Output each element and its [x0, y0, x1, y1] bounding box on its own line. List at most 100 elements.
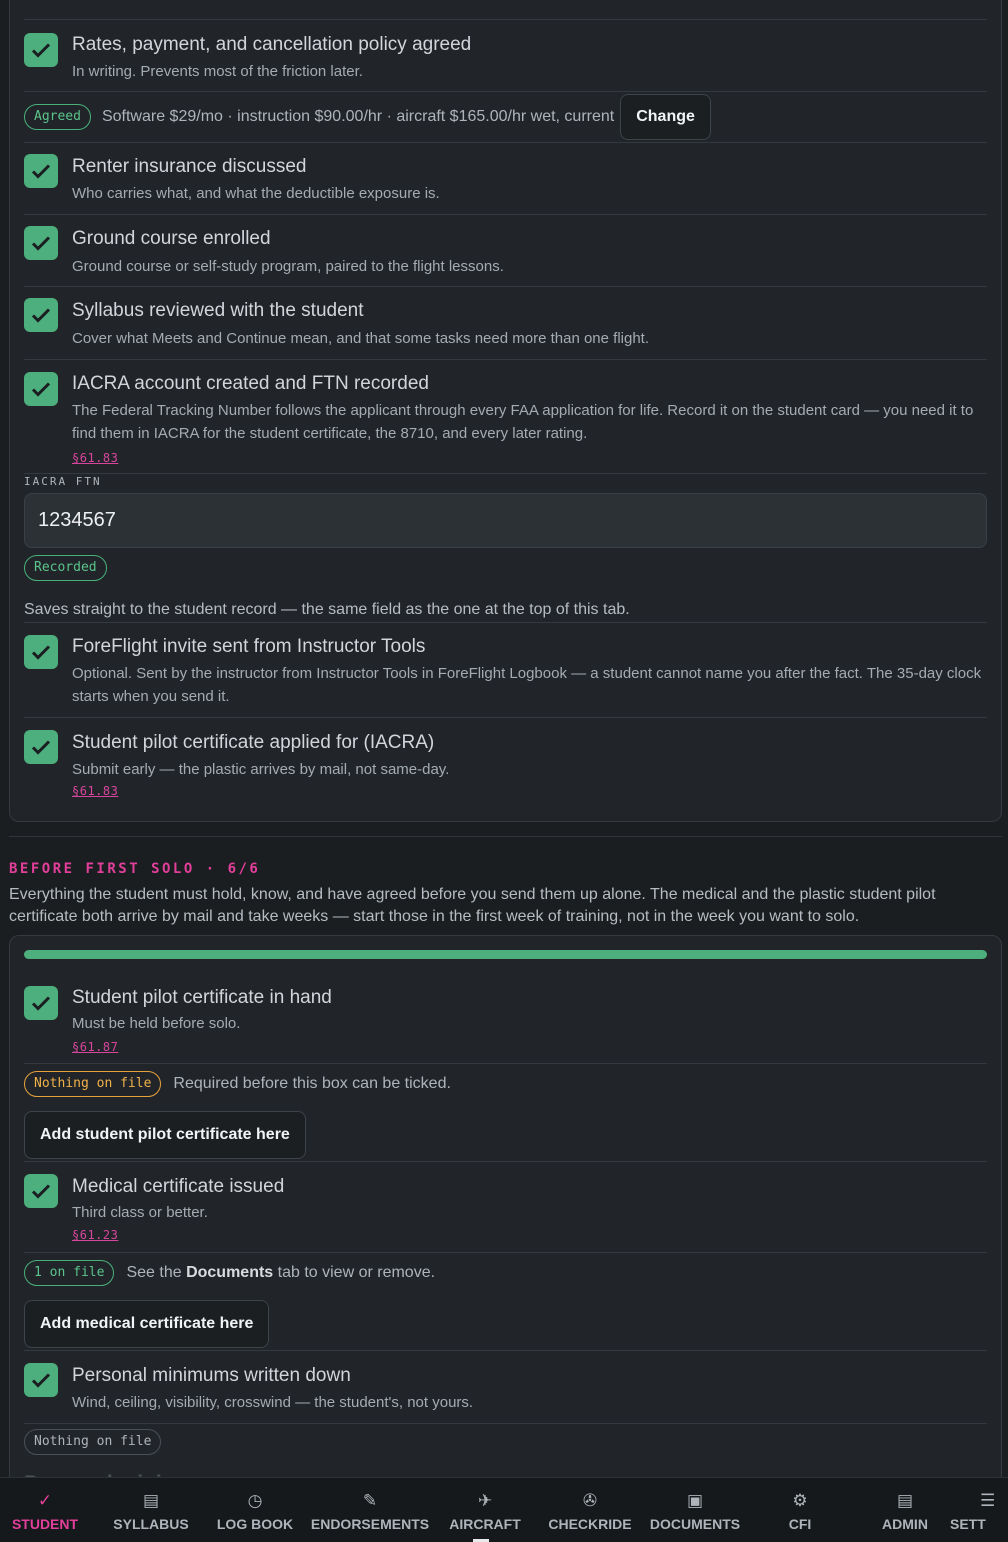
tab-label: CHECKRIDE — [548, 1516, 632, 1532]
tab-label: AIRCRAFT — [449, 1516, 521, 1532]
checkbox-checked[interactable] — [24, 1174, 58, 1208]
item-description: Who carries what, and what the deductibl… — [72, 185, 440, 202]
check-icon — [31, 236, 51, 251]
documents-tab-link: Documents — [186, 1264, 274, 1281]
regulation-link[interactable]: §61.23 — [72, 1228, 118, 1242]
checklist-item-student-certificate-applied: Student pilot certificate applied for (I… — [24, 717, 987, 817]
item-description: Submit early — the plastic arrives by ma… — [72, 761, 450, 778]
checklist-item-personal-minimums: Personal minimums written down Wind, cei… — [24, 1350, 987, 1423]
check-icon — [31, 1373, 51, 1388]
tab-label: CFI — [788, 1516, 812, 1532]
note-text: See the — [126, 1264, 187, 1281]
item-description: Must be held before solo. — [72, 1015, 241, 1032]
check-icon — [31, 645, 51, 660]
status-badge: 1 on file — [24, 1260, 115, 1286]
student-certificate-documents: Nothing on file Required before this box… — [24, 1063, 987, 1161]
tab-label: SETT — [950, 1516, 986, 1532]
item-description: In writing. Prevents most of the frictio… — [72, 63, 363, 80]
check-icon — [31, 996, 51, 1011]
item-description: Ground course or self-study program, pai… — [72, 258, 504, 275]
regulation-link[interactable]: §61.83 — [72, 784, 118, 798]
ftn-note: Saves straight to the student record — t… — [24, 601, 630, 618]
clock-icon: ◷ — [247, 1491, 263, 1510]
section-heading: BEFORE FIRST SOLO · 6/6 — [9, 861, 261, 877]
regulation-link[interactable]: §61.83 — [72, 451, 118, 465]
tab-aircraft[interactable]: ✈ AIRCRAFT — [440, 1478, 530, 1542]
check-icon — [31, 308, 51, 323]
check-icon — [31, 740, 51, 755]
item-description: The Federal Tracking Number follows the … — [72, 402, 974, 442]
checkbox-checked[interactable] — [24, 154, 58, 188]
checklist-item-student-certificate: Student pilot certificate in hand Must b… — [24, 974, 987, 1064]
ftn-field-group: IACRA FTN 1234567 Recorded Saves straigh… — [24, 473, 987, 622]
checkbox-checked[interactable] — [24, 986, 58, 1020]
rates-summary: Software $29/mo · instruction $90.00/hr … — [101, 108, 615, 125]
tab-settings[interactable]: ☰ SETT — [950, 1478, 1008, 1542]
checkbox-checked[interactable] — [24, 635, 58, 669]
change-rates-button[interactable]: Change — [620, 94, 711, 140]
pen-icon: ✎ — [362, 1491, 378, 1510]
item-description: Wind, ceiling, visibility, crosswind — t… — [72, 1394, 474, 1411]
item-title: IACRA account created and FTN recorded — [72, 373, 429, 394]
item-description: Cover what Meets and Continue mean, and … — [72, 330, 650, 347]
note-text: tab to view or remove. — [273, 1264, 436, 1281]
tab-log-book[interactable]: ◷ LOG BOOK — [210, 1478, 300, 1542]
before-first-solo-card: Student pilot certificate in hand Must b… — [9, 935, 1002, 1542]
checklist-item-syllabus: Syllabus reviewed with the student Cover… — [24, 286, 987, 359]
checkbox-checked[interactable] — [24, 33, 58, 67]
recorded-badge: Recorded — [24, 555, 107, 581]
item-description: Third class or better. — [72, 1204, 208, 1221]
check-icon — [31, 1184, 51, 1199]
item-title: Syllabus reviewed with the student — [72, 300, 364, 321]
checklist-item-medical: Medical certificate issued Third class o… — [24, 1161, 987, 1252]
add-medical-certificate-button[interactable]: Add medical certificate here — [24, 1300, 270, 1348]
status-badge: Nothing on file — [24, 1429, 162, 1455]
item-title: ForeFlight invite sent from Instructor T… — [72, 636, 426, 657]
tab-admin[interactable]: ▤ ADMIN — [860, 1478, 950, 1542]
item-title: Rates, payment, and cancellation policy … — [72, 34, 472, 55]
check-icon — [31, 164, 51, 179]
tab-documents[interactable]: ▣ DOCUMENTS — [645, 1478, 745, 1542]
item-title: Personal minimums written down — [72, 1365, 351, 1386]
document-icon: ▣ — [686, 1491, 704, 1510]
tab-syllabus[interactable]: ▤ SYLLABUS — [106, 1478, 196, 1542]
checklist-item-rates: Rates, payment, and cancellation policy … — [24, 19, 987, 91]
checkbox-checked[interactable] — [24, 372, 58, 406]
ftn-label: IACRA FTN — [24, 475, 102, 488]
checkbox-checked[interactable] — [24, 730, 58, 764]
tab-endorsements[interactable]: ✎ ENDORSEMENTS — [310, 1478, 430, 1542]
student-checklist-page: Rates, payment, and cancellation policy … — [0, 0, 1008, 1542]
status-badge: Agreed — [24, 104, 91, 130]
checklist-item-ground-course: Ground course enrolled Ground course or … — [24, 214, 987, 286]
section-divider — [9, 836, 1002, 837]
menu-icon: ☰ — [980, 1491, 996, 1510]
tab-label: LOG BOOK — [216, 1516, 294, 1532]
checkbox-checked[interactable] — [24, 226, 58, 260]
ftn-input[interactable]: 1234567 — [24, 493, 987, 548]
rates-status-row: Agreed Software $29/mo · instruction $90… — [24, 91, 987, 142]
medical-documents: 1 on file See the Documents tab to view … — [24, 1252, 987, 1350]
checklist-item-foreflight: ForeFlight invite sent from Instructor T… — [24, 622, 987, 717]
check-icon — [31, 43, 51, 58]
tab-label: ENDORSEMENTS — [310, 1516, 430, 1532]
add-student-certificate-button[interactable]: Add student pilot certificate here — [24, 1111, 306, 1159]
bottom-tab-bar: ✓ STUDENT ▤ SYLLABUS ◷ LOG BOOK ✎ ENDORS… — [0, 1477, 1008, 1542]
list-icon: ▤ — [896, 1491, 914, 1510]
check-icon — [31, 382, 51, 397]
tab-checkride[interactable]: ✇ CHECKRIDE — [545, 1478, 635, 1542]
tab-label: DOCUMENTS — [649, 1516, 741, 1532]
status-badge: Nothing on file — [24, 1071, 162, 1097]
item-title: Medical certificate issued — [72, 1176, 285, 1197]
tab-label: ADMIN — [882, 1516, 928, 1532]
checklist-item-iacra: IACRA account created and FTN recorded T… — [24, 359, 987, 473]
checkbox-checked[interactable] — [24, 1363, 58, 1397]
checkbox-checked[interactable] — [24, 298, 58, 332]
tab-student[interactable]: ✓ STUDENT — [0, 1478, 90, 1542]
airplane-icon: ✈ — [477, 1491, 493, 1510]
regulation-link[interactable]: §61.87 — [72, 1040, 118, 1054]
tab-cfi[interactable]: ⚙ CFI — [755, 1478, 845, 1542]
section-description: Everything the student must hold, know, … — [9, 886, 936, 925]
check-icon: ✓ — [37, 1491, 53, 1510]
gear-icon: ⚙ — [792, 1491, 808, 1510]
item-title: Renter insurance discussed — [72, 156, 307, 177]
